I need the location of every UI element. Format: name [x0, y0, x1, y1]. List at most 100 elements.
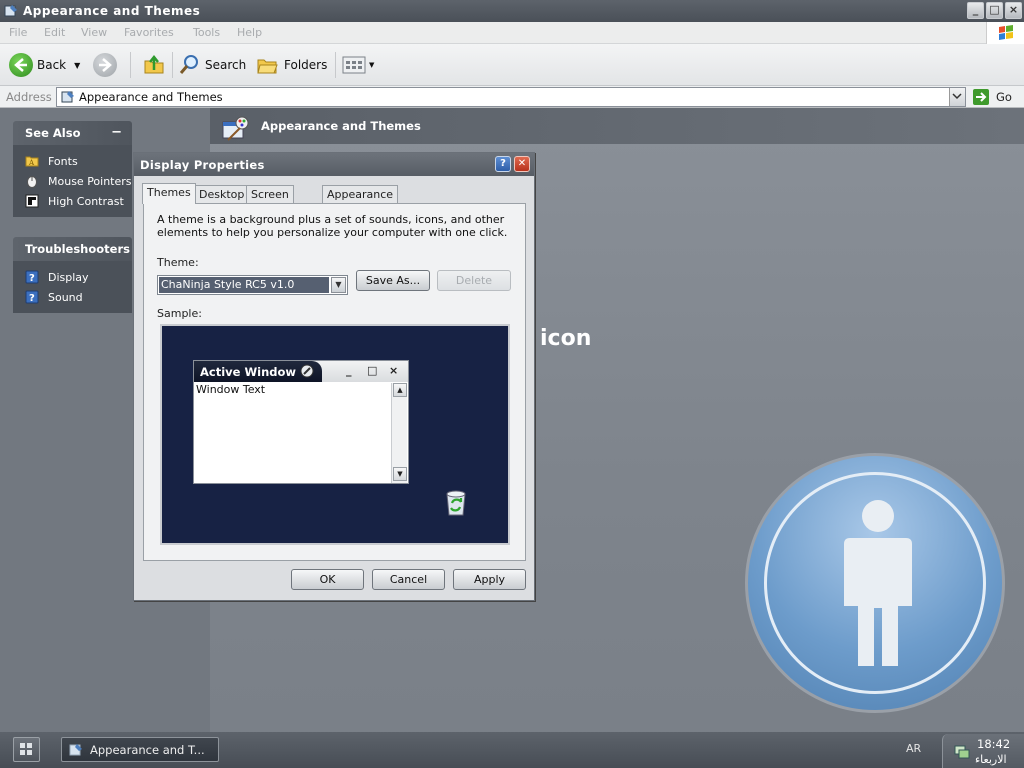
chevron-down-icon — [952, 93, 962, 100]
clock-time[interactable]: 18:42 — [977, 737, 1010, 751]
person-icon — [844, 500, 912, 666]
theme-description: A theme is a background plus a set of so… — [157, 213, 508, 239]
help-icon — [300, 364, 314, 378]
display-properties-dialog: Display Properties ? ✕ Themes Desktop Sc… — [133, 152, 535, 601]
high-contrast-icon — [25, 194, 39, 208]
see-also-high-contrast[interactable]: High Contrast — [25, 191, 132, 211]
address-value: Appearance and Themes — [79, 90, 223, 104]
menu-edit[interactable]: Edit — [44, 26, 65, 39]
menu-help[interactable]: Help — [237, 26, 262, 39]
collapse-icon[interactable]: − — [111, 125, 122, 140]
address-dropdown-button[interactable] — [949, 88, 965, 106]
minimize-button[interactable]: _ — [967, 2, 984, 19]
address-label: Address — [6, 90, 52, 104]
menu-view[interactable]: View — [81, 26, 107, 39]
cancel-button[interactable]: Cancel — [372, 569, 445, 590]
sample-scrollbar: ▲ ▼ — [391, 383, 407, 483]
sample-close-icon: × — [389, 364, 399, 377]
views-dropdown-icon[interactable]: ▼ — [369, 61, 374, 69]
troubleshooters-panel: Troubleshooters ? Display ? Sound — [13, 237, 132, 313]
go-label: Go — [996, 90, 1012, 104]
see-also-mouse-pointers[interactable]: Mouse Pointers — [25, 171, 132, 191]
control-panel-icon — [4, 5, 17, 17]
up-button[interactable] — [142, 52, 166, 78]
see-also-fonts-label: Fonts — [48, 154, 78, 168]
back-arrow-icon — [9, 53, 33, 77]
control-panel-icon — [69, 743, 82, 755]
folders-label: Folders — [284, 58, 328, 72]
search-label: Search — [205, 58, 247, 72]
menu-tools[interactable]: Tools — [193, 26, 220, 39]
folders-icon — [257, 59, 278, 74]
menu-file[interactable]: File — [9, 26, 27, 39]
tab-themes[interactable]: Themes — [142, 183, 196, 204]
see-also-title: See Also — [25, 126, 81, 140]
themes-tab-panel: A theme is a background plus a set of so… — [143, 203, 526, 561]
start-grid-icon — [20, 743, 32, 755]
dialog-title: Display Properties — [140, 158, 265, 172]
start-button[interactable] — [13, 737, 40, 762]
close-button[interactable]: × — [1005, 2, 1022, 19]
window-title: Appearance and Themes — [23, 4, 201, 18]
see-also-header[interactable]: See Also − — [13, 121, 132, 145]
go-button[interactable]: Go — [972, 87, 1012, 107]
tab-screen-saver[interactable]: Screen Saver — [246, 185, 294, 214]
troubleshooter-display-label: Display — [48, 270, 89, 284]
theme-select[interactable]: ChaNinja Style RC5 v1.0 ▼ — [157, 275, 348, 295]
title-bar: Appearance and Themes _ □ × — [0, 0, 1024, 22]
back-dropdown-icon[interactable]: ▼ — [74, 61, 80, 70]
ok-button[interactable]: OK — [291, 569, 364, 590]
menu-bar: File Edit View Favorites Tools Help — [0, 22, 1024, 44]
windows-logo — [986, 22, 1024, 44]
views-button[interactable]: ▼ — [342, 52, 374, 78]
svg-text:?: ? — [29, 273, 35, 284]
help-icon: ? — [25, 270, 39, 284]
apply-button[interactable]: Apply — [453, 569, 526, 590]
troubleshooter-display[interactable]: ? Display — [25, 267, 132, 287]
taskbar-window-button[interactable]: Appearance and T... — [61, 737, 219, 762]
search-icon — [179, 55, 198, 74]
dialog-title-bar[interactable]: Display Properties ? ✕ — [134, 153, 534, 176]
theme-select-value: ChaNinja Style RC5 v1.0 — [159, 277, 329, 293]
help-button[interactable]: ? — [495, 156, 511, 172]
save-as-button[interactable]: Save As... — [356, 270, 430, 291]
toolbar-separator — [130, 52, 131, 78]
clock-day: الاربعاء — [975, 753, 1007, 766]
control-panel-icon-heading: icon — [540, 326, 592, 351]
recycle-bin-icon — [446, 490, 466, 516]
sample-window-text: Window Text — [196, 383, 266, 396]
views-icon — [342, 56, 366, 74]
language-indicator[interactable]: AR — [906, 742, 921, 755]
address-bar: Address Appearance and Themes Go — [0, 86, 1024, 108]
menu-favorites[interactable]: Favorites — [124, 26, 174, 39]
sample-active-window: Active Window _ □ × Window Text ▲ ▼ — [193, 360, 409, 484]
address-field[interactable]: Appearance and Themes — [56, 87, 966, 107]
network-icon[interactable] — [953, 742, 971, 760]
toolbar: Back ▼ Search Folders ▼ — [0, 44, 1024, 86]
delete-button[interactable]: Delete — [437, 270, 511, 291]
folders-button[interactable]: Folders — [256, 52, 327, 78]
troubleshooter-sound[interactable]: ? Sound — [25, 287, 132, 307]
control-panel-icon — [61, 91, 74, 103]
user-accounts-watermark-icon — [745, 453, 1005, 713]
svg-text:A: A — [28, 159, 35, 167]
sample-minimize-icon: _ — [346, 364, 352, 377]
troubleshooters-header[interactable]: Troubleshooters — [13, 237, 132, 261]
forward-button[interactable] — [93, 52, 117, 78]
back-button[interactable]: Back ▼ — [9, 52, 80, 78]
chevron-down-icon[interactable]: ▼ — [331, 277, 346, 293]
tab-appearance[interactable]: Appearance — [322, 185, 399, 203]
troubleshooters-title: Troubleshooters — [25, 242, 130, 256]
windows-flag-icon — [999, 25, 1013, 40]
search-button[interactable]: Search — [178, 52, 246, 78]
see-also-mouse-pointers-label: Mouse Pointers — [48, 174, 132, 188]
sample-maximize-icon: □ — [367, 364, 378, 377]
dialog-close-button[interactable]: ✕ — [514, 156, 530, 172]
maximize-button[interactable]: □ — [986, 2, 1003, 19]
fonts-folder-icon: A — [25, 156, 39, 167]
go-arrow-icon — [973, 89, 989, 105]
tab-desktop[interactable]: Desktop — [194, 185, 250, 203]
taskbar-window-label: Appearance and T... — [90, 742, 205, 757]
back-label: Back — [37, 58, 67, 72]
see-also-fonts[interactable]: A Fonts — [25, 151, 132, 171]
